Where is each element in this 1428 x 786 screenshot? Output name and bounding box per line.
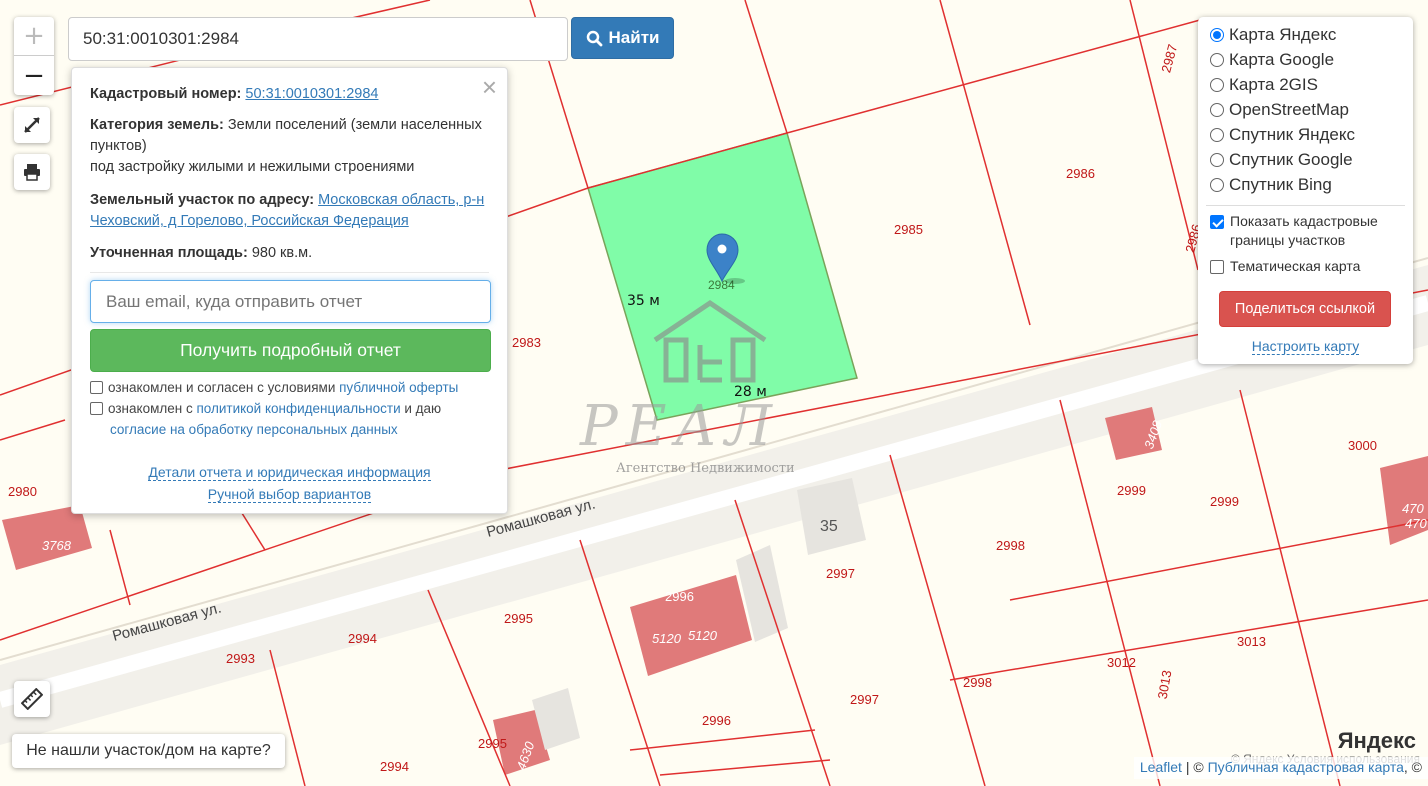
radio[interactable]	[1210, 78, 1224, 92]
layer-option[interactable]: Спутник Яндекс	[1210, 125, 1355, 145]
parcel-label: 2995	[504, 611, 533, 626]
cadastral-link[interactable]: 50:31:0010301:2984	[245, 86, 378, 102]
parcel-label: 5120	[652, 631, 682, 646]
parcel-label: 2994	[380, 759, 409, 774]
layers-panel: Карта Яндекс Карта Google Карта 2GIS Ope…	[1198, 17, 1413, 364]
share-link-button[interactable]: Поделиться ссылкой	[1219, 291, 1391, 327]
ruler-icon	[21, 688, 43, 710]
search-icon	[586, 30, 602, 46]
parcel-label: 2999	[1210, 494, 1239, 509]
manual-select-link[interactable]: Ручной выбор вариантов	[207, 486, 372, 503]
search-button[interactable]: Найти	[571, 17, 674, 59]
parcel-label: 2996	[665, 589, 694, 604]
parcel-label: 2985	[894, 222, 923, 237]
leaflet-link[interactable]: Leaflet	[1140, 759, 1182, 775]
parcel-label: 2998	[996, 538, 1025, 553]
parcel-label: 2986	[1066, 166, 1095, 181]
area-value: 980 кв.м.	[251, 245, 313, 261]
thematic-checkbox[interactable]	[1210, 260, 1224, 274]
get-report-button[interactable]: Получить подробный отчет	[90, 329, 491, 372]
offer-checkbox[interactable]	[90, 381, 103, 394]
zoom-in-button[interactable]: +	[14, 17, 54, 56]
pkk-link[interactable]: Публичная кадастровая карта	[1208, 759, 1404, 775]
cadastral-label: Кадастровый номер:	[90, 86, 242, 102]
watermark-text: РЕАЛ	[579, 394, 780, 459]
search-button-label: Найти	[608, 28, 660, 47]
address-label: Земельный участок по адресу:	[90, 192, 315, 208]
parcel-label: 2997	[850, 692, 879, 707]
parcel-label: 3768	[42, 538, 72, 553]
consent2-and: и даю	[400, 401, 442, 416]
fullscreen-icon	[24, 117, 40, 133]
layer-option[interactable]: Карта Яндекс	[1210, 25, 1336, 45]
personal-data-link[interactable]: согласие на обработку персональных данны…	[110, 422, 398, 437]
parcel-label: 2995	[478, 736, 507, 751]
parcel-label: 35	[820, 518, 838, 535]
parcel-label: 470	[1405, 516, 1427, 531]
layer-option[interactable]: Карта 2GIS	[1210, 75, 1318, 95]
parcel-label: 3012	[1107, 655, 1136, 670]
radio[interactable]	[1210, 153, 1224, 167]
yandex-logo: Яндекс	[1337, 728, 1416, 753]
parcel-label: 2983	[512, 335, 541, 350]
ruler-button[interactable]	[14, 681, 50, 717]
parcel-info-popup: × Кадастровый номер: 50:31:0010301:2984 …	[71, 67, 508, 514]
divider	[1206, 205, 1405, 206]
category-label: Категория земель:	[90, 117, 224, 133]
parcel-label: 3013	[1237, 634, 1266, 649]
radio[interactable]	[1210, 103, 1224, 117]
parcel-label: 2994	[348, 631, 377, 646]
category-use: под застройку жилыми и нежилыми строения…	[90, 159, 415, 175]
consent1-text: ознакомлен и согласен с условиями	[108, 380, 340, 395]
dimension-side: 35 м	[627, 293, 660, 309]
parcel-label: 2980	[8, 484, 37, 499]
thematic-option[interactable]: Тематическая карта	[1210, 257, 1405, 276]
details-link[interactable]: Детали отчета и юридическая информация	[148, 464, 431, 481]
parcel-label: 2996	[702, 713, 731, 728]
layer-option[interactable]: Спутник Bing	[1210, 175, 1332, 195]
parcel-label: 3000	[1348, 438, 1377, 453]
parcel-label: 2993	[226, 651, 255, 666]
layer-option[interactable]: OpenStreetMap	[1210, 100, 1349, 120]
area-label: Уточненная площадь:	[90, 245, 248, 261]
attribution: Leaflet | © Публичная кадастровая карта,…	[1133, 757, 1428, 779]
parcel-label: 2999	[1117, 483, 1146, 498]
radio[interactable]	[1210, 178, 1224, 192]
search-input[interactable]	[68, 17, 568, 61]
watermark-subtitle: Агентство Недвижимости	[616, 461, 795, 476]
radio[interactable]	[1210, 53, 1224, 67]
print-button[interactable]	[14, 154, 50, 190]
privacy-checkbox[interactable]	[90, 402, 103, 415]
not-found-button[interactable]: Не нашли участок/дом на карте?	[12, 734, 285, 768]
parcel-label: 2998	[963, 675, 992, 690]
consent2-text: ознакомлен с	[108, 401, 197, 416]
parcel-label: 2997	[826, 566, 855, 581]
zoom-control: + −	[14, 17, 54, 95]
zoom-out-button[interactable]: −	[14, 56, 54, 95]
print-icon	[24, 164, 40, 181]
parcel-label: 5120	[688, 628, 718, 643]
divider	[90, 272, 489, 273]
fullscreen-button[interactable]	[14, 107, 50, 143]
layer-option[interactable]: Спутник Google	[1210, 150, 1353, 170]
radio[interactable]	[1210, 128, 1224, 142]
parcel-label: 470	[1402, 501, 1424, 516]
email-input[interactable]	[90, 280, 491, 323]
configure-map-link[interactable]: Настроить карту	[1251, 338, 1360, 355]
layer-option[interactable]: Карта Google	[1210, 50, 1334, 70]
radio-selected[interactable]	[1210, 28, 1224, 42]
show-borders-checkbox[interactable]	[1210, 215, 1224, 229]
offer-link[interactable]: публичной оферты	[339, 380, 458, 395]
privacy-link[interactable]: политикой конфиденциальности	[196, 401, 400, 416]
show-borders-option[interactable]: Показать кадастровые границы участков	[1210, 212, 1405, 250]
